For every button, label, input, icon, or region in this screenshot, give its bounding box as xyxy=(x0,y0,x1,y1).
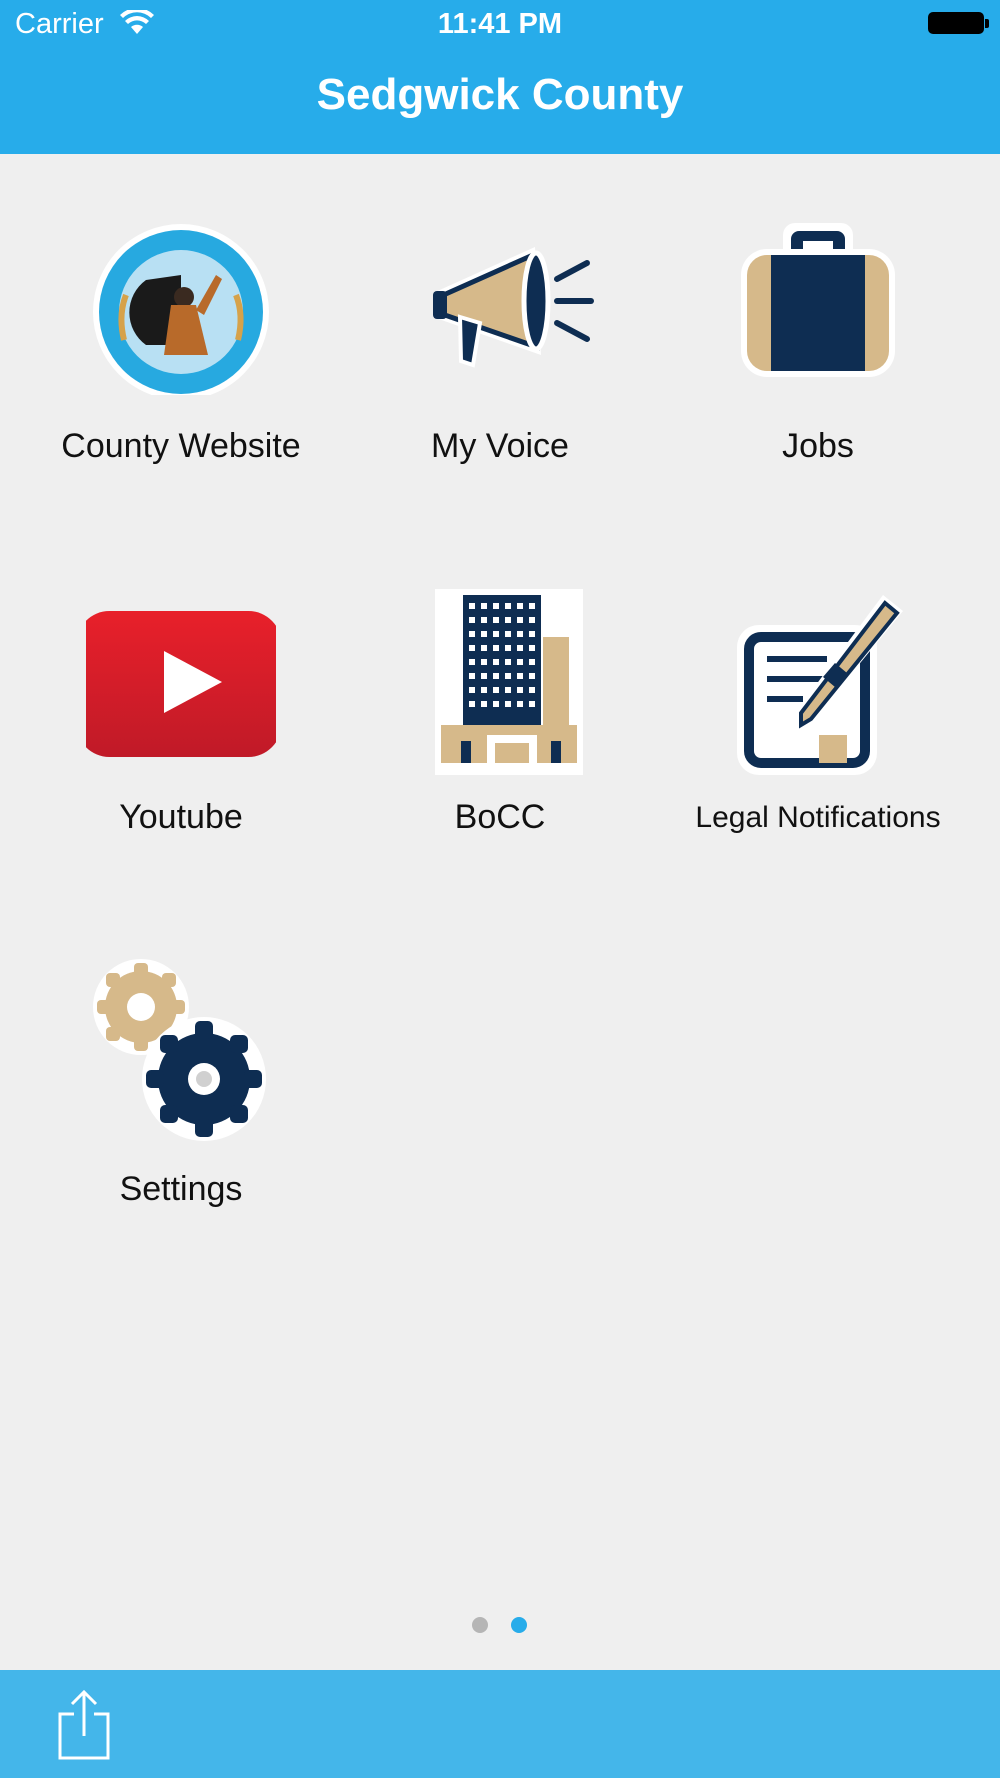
tile-label: Jobs xyxy=(782,427,854,465)
page-title: Sedgwick County xyxy=(316,70,684,119)
clock: 11:41 PM xyxy=(437,8,563,40)
county-seal-icon xyxy=(93,224,269,395)
tile-label: My Voice xyxy=(431,427,569,465)
tile-label: Youtube xyxy=(119,798,243,836)
page-dot-1[interactable] xyxy=(472,1617,488,1633)
share-icon[interactable] xyxy=(56,1688,112,1760)
tile-label: Legal Notifications xyxy=(695,801,941,834)
tile-label: County Website xyxy=(61,427,301,465)
tile-label: Settings xyxy=(119,1170,243,1208)
page-indicator xyxy=(0,1617,1000,1637)
status-bar: Carrier 11:41 PM xyxy=(0,0,1000,50)
megaphone-icon xyxy=(433,247,594,368)
gears-icon xyxy=(93,959,266,1141)
battery-icon xyxy=(928,12,989,34)
nav-header: Carrier 11:41 PM Sedgwick County xyxy=(0,0,1000,154)
document-pen-icon xyxy=(737,595,903,775)
bottom-toolbar xyxy=(0,1670,1000,1778)
briefcase-icon xyxy=(741,223,895,377)
tile-label: BoCC xyxy=(454,798,546,836)
page-dot-2[interactable] xyxy=(511,1617,527,1633)
youtube-icon xyxy=(86,611,276,757)
building-icon xyxy=(435,589,583,775)
